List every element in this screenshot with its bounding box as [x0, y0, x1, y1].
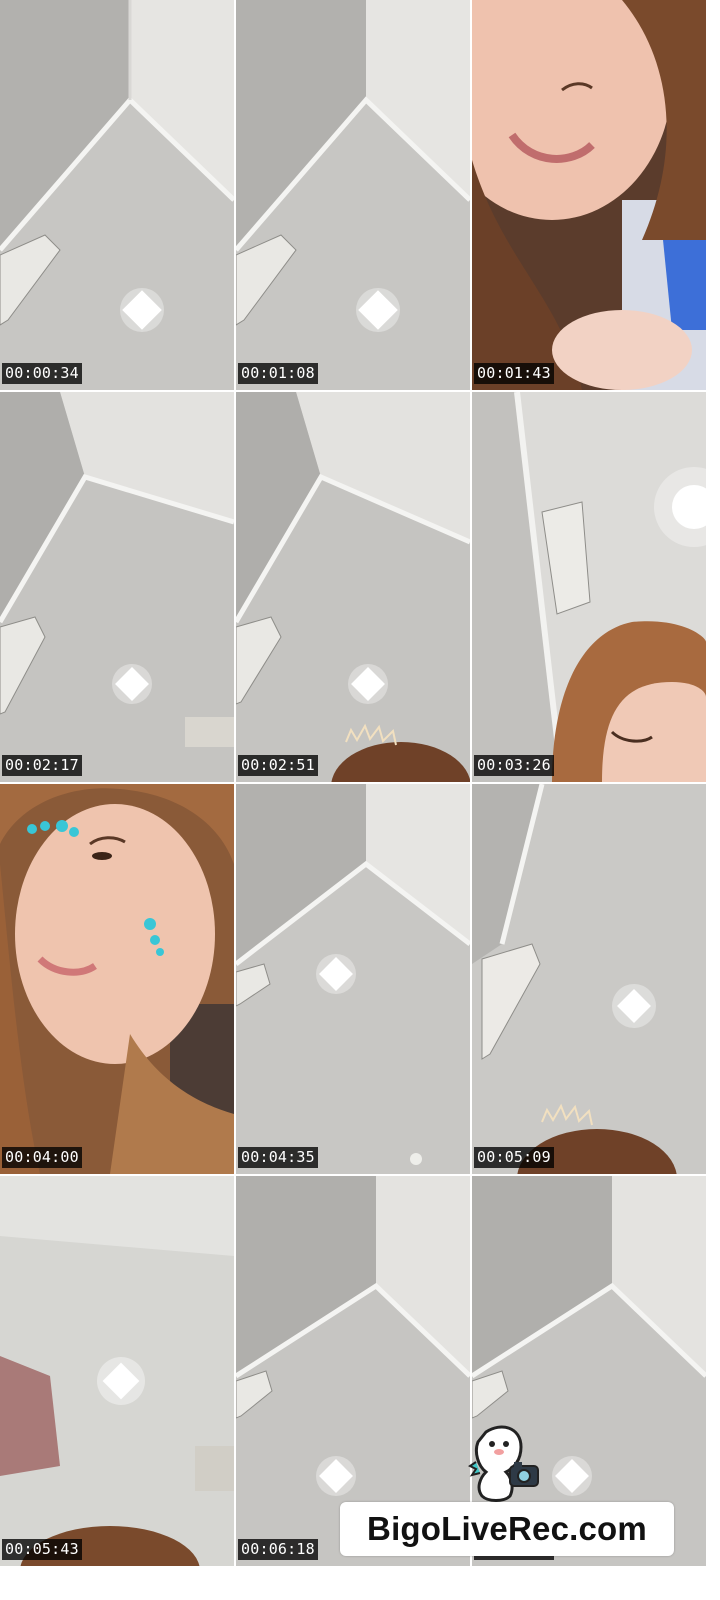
timestamp-label: 00:06:18: [238, 1539, 318, 1560]
ceiling-frame-image: [0, 392, 234, 782]
ceiling-with-hair-frame-image: [236, 392, 470, 782]
timestamp-label: 00:05:09: [474, 1147, 554, 1168]
ceiling-with-hair-frame-image: [472, 784, 706, 1174]
watermark-badge: BigoLiveRec.com: [340, 1502, 674, 1556]
thumbnail[interactable]: 00:05:43: [0, 1176, 234, 1566]
wall-and-face-frame-image: [472, 392, 706, 782]
thumbnail[interactable]: 00:00:34: [0, 0, 234, 390]
blurred-frame-image: [0, 1176, 234, 1566]
timestamp-label: 00:02:17: [2, 755, 82, 776]
timestamp-label: 00:02:51: [238, 755, 318, 776]
thumbnail[interactable]: 00:02:17: [0, 392, 234, 782]
timestamp-label: 00:01:08: [238, 363, 318, 384]
ceiling-frame-image: [236, 784, 470, 1174]
timestamp-label: 00:03:26: [474, 755, 554, 776]
thumbnail[interactable]: 00:01:08: [236, 0, 470, 390]
thumbnail[interactable]: 00:01:43: [472, 0, 706, 390]
ceiling-frame-image: [0, 0, 234, 390]
dinosaur-camera-icon: [468, 1425, 539, 1502]
timestamp-label: 00:01:43: [474, 363, 554, 384]
timestamp-label: 00:04:00: [2, 1147, 82, 1168]
timestamp-label: 00:00:34: [2, 363, 82, 384]
contact-sheet: 00:00:34 00:01:08 00:01:43 00:02:17 00:0…: [0, 0, 720, 1600]
thumbnail[interactable]: 00:02:51: [236, 392, 470, 782]
thumbnail[interactable]: 00:04:00: [0, 784, 234, 1174]
thumbnail[interactable]: 00:05:09: [472, 784, 706, 1174]
face-with-sticker-frame-image: [0, 784, 234, 1174]
watermark-text: BigoLiveRec.com: [367, 1510, 647, 1547]
face-frame-image: [472, 0, 706, 390]
thumbnail[interactable]: 00:04:35: [236, 784, 470, 1174]
ceiling-frame-image: [236, 0, 470, 390]
thumbnail[interactable]: 00:03:26: [472, 392, 706, 782]
timestamp-label: 00:04:35: [238, 1147, 318, 1168]
timestamp-label: 00:05:43: [2, 1539, 82, 1560]
